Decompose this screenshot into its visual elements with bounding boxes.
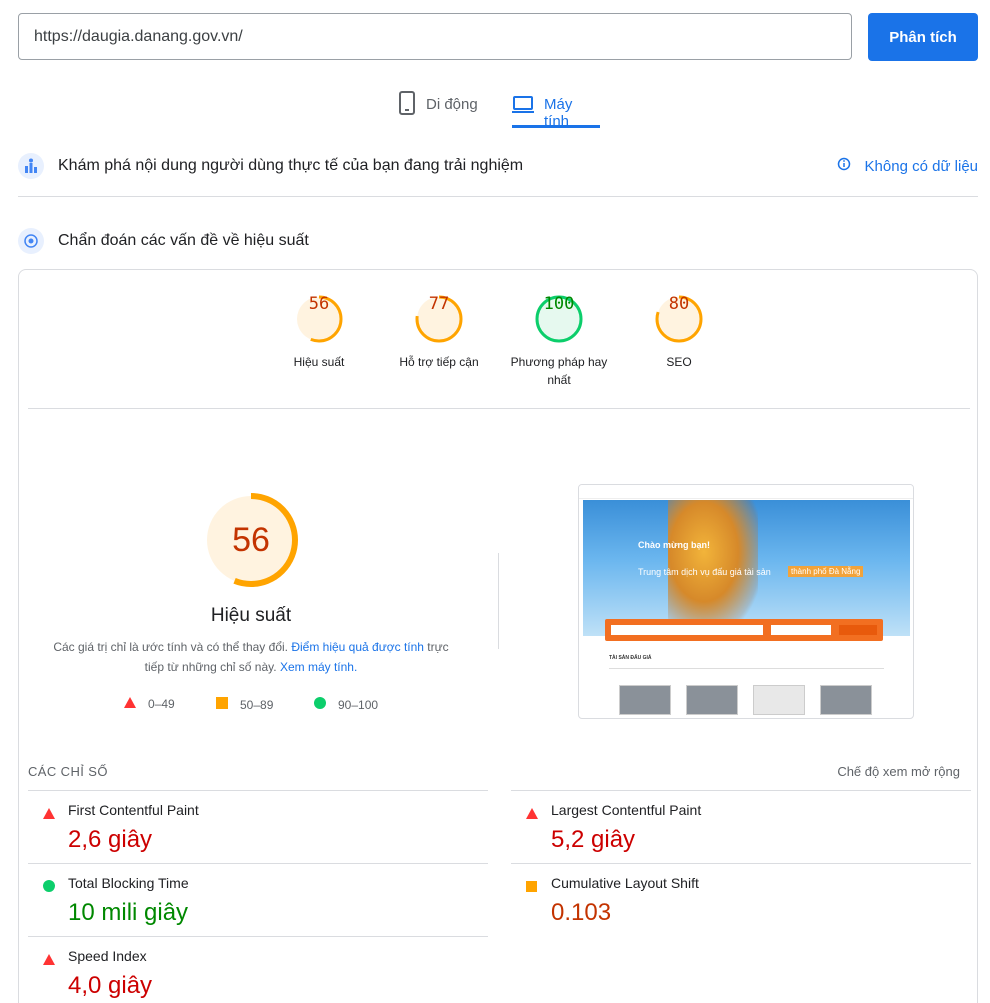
url-input[interactable]	[18, 13, 852, 60]
screenshot-hero: Chào mừng bạn! Trung tâm dịch vụ đấu giá…	[583, 500, 910, 636]
score-ring: 100	[534, 294, 584, 344]
triangle-icon	[526, 806, 538, 824]
divider	[18, 196, 978, 197]
divider	[28, 408, 970, 409]
metric-cls: Cumulative Layout Shift 0.103	[511, 863, 971, 936]
report-card: 56 Hiệu suất 77 Hỗ trợ tiếp cận 100 Phươ…	[18, 269, 978, 1003]
page-screenshot: Chào mừng bạn! Trung tâm dịch vụ đấu giá…	[578, 484, 914, 719]
screenshot-topbar	[579, 485, 913, 499]
tab-desktop-label: Máy tính	[544, 96, 573, 130]
legend-good-label: 90–100	[338, 697, 379, 712]
expand-view-toggle[interactable]: Chế độ xem mở rộng	[837, 764, 960, 779]
performance-score: 56	[232, 521, 270, 559]
lighthouse-icon	[18, 228, 44, 254]
metric-fcp: First Contentful Paint 2,6 giây	[28, 790, 488, 863]
screenshot-hero-sub: Trung tâm dịch vụ đấu giá tài sản	[638, 567, 771, 577]
metric-value: 0.103	[551, 899, 612, 926]
square-icon	[216, 697, 228, 712]
performance-title: Hiệu suất	[210, 605, 292, 626]
no-data-label: Không có dữ liệu	[864, 157, 978, 175]
vertical-divider	[498, 553, 499, 649]
metric-name: Largest Contentful Paint	[551, 802, 702, 818]
triangle-icon	[43, 952, 55, 970]
field-data-row: Khám phá nội dung người dùng thực tế của…	[18, 152, 978, 180]
score-ring: 56	[294, 294, 344, 344]
metric-lcp: Largest Contentful Paint 5,2 giây	[511, 790, 971, 863]
metric-name: Cumulative Layout Shift	[551, 875, 699, 891]
tab-desktop[interactable]: Máy tính	[512, 90, 600, 130]
score-ring: 77	[414, 294, 464, 344]
score-value: 56	[308, 294, 330, 314]
users-icon	[18, 153, 44, 179]
metric-name: First Contentful Paint	[68, 802, 199, 818]
score-label: SEO	[666, 355, 692, 369]
circle-icon	[314, 697, 326, 712]
screenshot-hero-tag: thành phố Đà Nẵng	[788, 566, 864, 577]
laptop-icon	[512, 90, 534, 120]
analyze-button[interactable]: Phân tích	[868, 13, 978, 61]
info-icon	[837, 157, 851, 175]
calculator-link[interactable]: Xem máy tính.	[280, 660, 357, 674]
performance-description: Các giá trị chỉ là ước tính và có thể th…	[51, 637, 451, 677]
triangle-icon	[43, 806, 55, 824]
screenshot-tabs	[609, 668, 884, 669]
score-gauge[interactable]: 100 Phương pháp hay nhất	[509, 294, 609, 389]
score-label: Phương pháp hay nhất	[510, 355, 608, 387]
diagnose-title: Chẩn đoán các vấn đề về hiệu suất	[58, 232, 309, 249]
score-calc-link[interactable]: Điểm hiệu quả được tính	[291, 640, 424, 654]
metric-name: Speed Index	[68, 948, 147, 964]
metric-name: Total Blocking Time	[68, 875, 189, 891]
screenshot-thumb	[686, 685, 738, 715]
screenshot-section-title: TÀI SẢN ĐẤU GIÁ	[609, 655, 652, 661]
no-data-link[interactable]: Không có dữ liệu	[837, 157, 978, 175]
metric-value: 2,6 giây	[68, 826, 153, 853]
score-gauge[interactable]: 77 Hỗ trợ tiếp cận	[389, 294, 489, 371]
dragon-image	[668, 500, 758, 630]
screenshot-search-bar	[605, 619, 883, 641]
metric-value: 4,0 giây	[68, 972, 153, 999]
score-label: Hiệu suất	[293, 355, 345, 369]
metrics-title: CÁC CHỈ SỐ	[28, 764, 108, 779]
circle-icon	[43, 879, 55, 897]
field-data-title: Khám phá nội dung người dùng thực tế của…	[58, 157, 524, 174]
score-label: Hỗ trợ tiếp cận	[399, 355, 479, 369]
screenshot-thumb	[753, 685, 805, 715]
score-gauge[interactable]: 56 Hiệu suất	[269, 294, 369, 371]
legend-poor: 0–49	[124, 697, 175, 711]
tab-mobile-label: Di động	[426, 96, 478, 113]
score-value: 80	[668, 294, 690, 314]
square-icon	[526, 879, 537, 897]
screenshot-thumb	[619, 685, 671, 715]
legend-average-label: 50–89	[240, 697, 274, 712]
metric-tbt: Total Blocking Time 10 mili giây	[28, 863, 488, 936]
diagnose-row: Chẩn đoán các vấn đề về hiệu suất	[18, 227, 978, 255]
legend-good: 90–100	[314, 697, 378, 712]
score-ring: 80	[654, 294, 704, 344]
desc-text: Các giá trị chỉ là ước tính và có thể th…	[53, 640, 292, 654]
score-value: 100	[543, 294, 575, 314]
metric-value: 10 mili giây	[68, 899, 189, 926]
metric-si: Speed Index 4,0 giây	[28, 936, 488, 1003]
metric-value: 5,2 giây	[551, 826, 636, 853]
screenshot-thumb	[820, 685, 872, 715]
legend-poor-label: 0–49	[148, 697, 175, 711]
screenshot-hero-title: Chào mừng bạn!	[638, 540, 711, 550]
score-value: 77	[428, 294, 450, 314]
tab-mobile[interactable]: Di động	[398, 90, 478, 128]
legend-average: 50–89	[216, 697, 273, 712]
score-gauge[interactable]: 80 SEO	[629, 294, 729, 371]
triangle-icon	[124, 697, 136, 711]
phone-icon	[398, 90, 416, 120]
